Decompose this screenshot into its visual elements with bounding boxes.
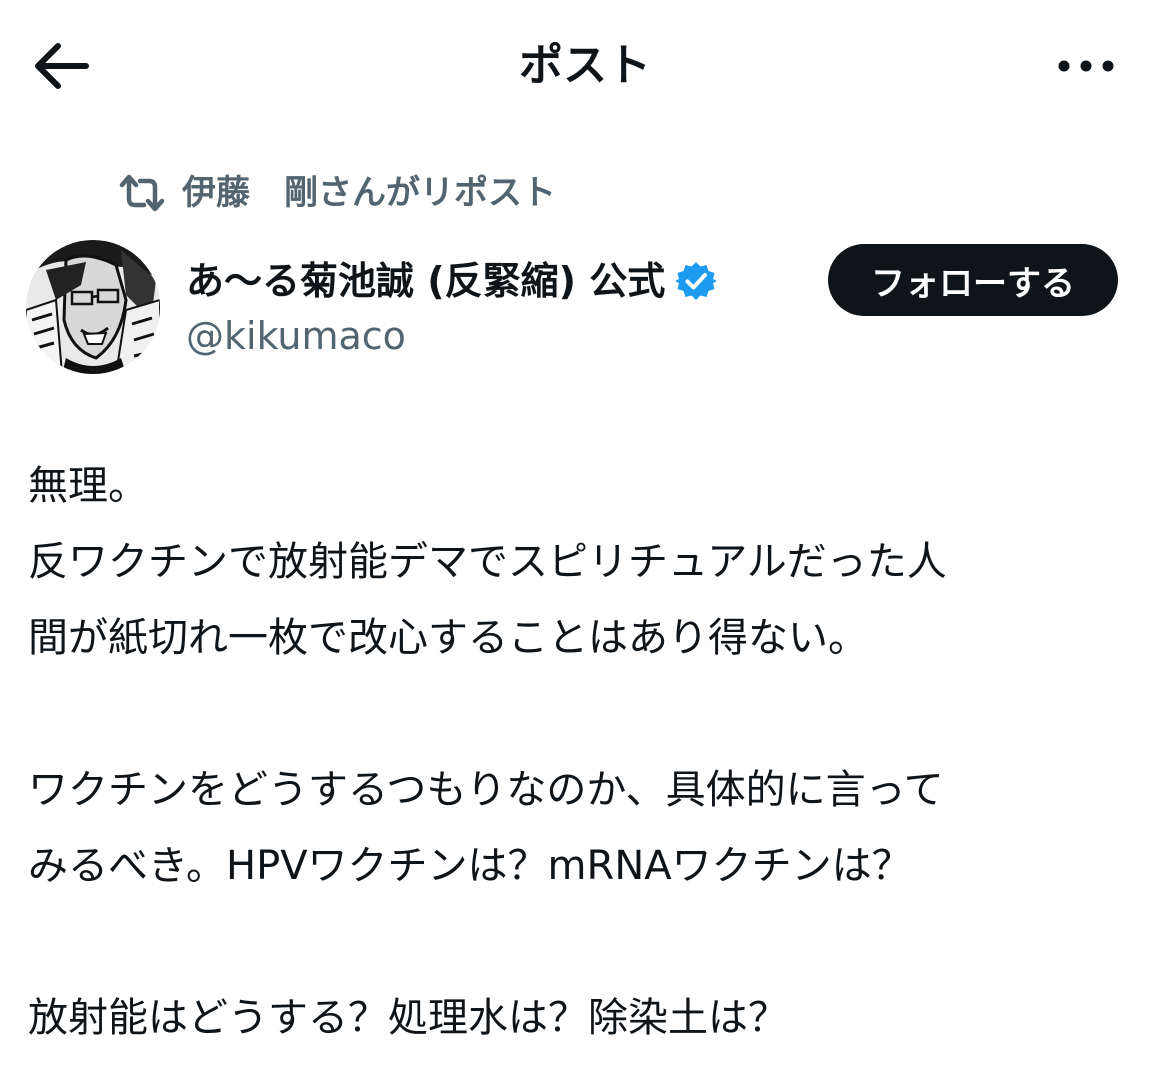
post-text-line: 無理。 xyxy=(28,463,148,509)
post-text: 無理。 反ワクチンで放射能デマでスピリチュアルだった人 間が紙切れ一枚で改心する… xyxy=(28,448,1148,1056)
avatar[interactable] xyxy=(26,240,160,374)
post-text-line: 反ワクチンで放射能デマでスピリチュアルだった人 xyxy=(28,539,947,585)
post-text-line: 放射能はどうする？処理水は？除染土は？ xyxy=(28,995,788,1041)
more-horizontal-icon xyxy=(1058,60,1114,72)
post-text-line xyxy=(28,676,1148,752)
post-text-line: ワクチンをどうするつもりなのか、具体的に言って xyxy=(28,767,944,813)
author-display-name[interactable]: あ〜る菊池誠 (反緊縮) 公式 xyxy=(186,253,665,309)
repost-icon xyxy=(119,174,165,212)
repost-label: 伊藤 剛さんがリポスト xyxy=(182,173,556,213)
verified-badge-icon xyxy=(675,262,718,300)
repost-indicator[interactable]: 伊藤 剛さんがリポスト xyxy=(118,168,556,218)
post-text-line: 間が紙切れ一枚で改心することはあり得ない。 xyxy=(28,615,868,661)
author-name-row[interactable]: あ〜る菊池誠 (反緊縮) 公式 xyxy=(186,252,718,310)
post-text-line: みるべき。HPVワクチンは？mRNAワクチンは？ xyxy=(28,843,912,889)
avatar-image xyxy=(26,240,160,374)
follow-button[interactable]: フォローする xyxy=(828,244,1118,316)
more-options-button[interactable] xyxy=(1052,46,1120,86)
author-handle[interactable]: @kikumaco xyxy=(186,310,406,362)
top-bar: ポスト xyxy=(0,0,1170,132)
post-text-line xyxy=(28,904,1148,980)
page-title: ポスト xyxy=(519,40,651,91)
